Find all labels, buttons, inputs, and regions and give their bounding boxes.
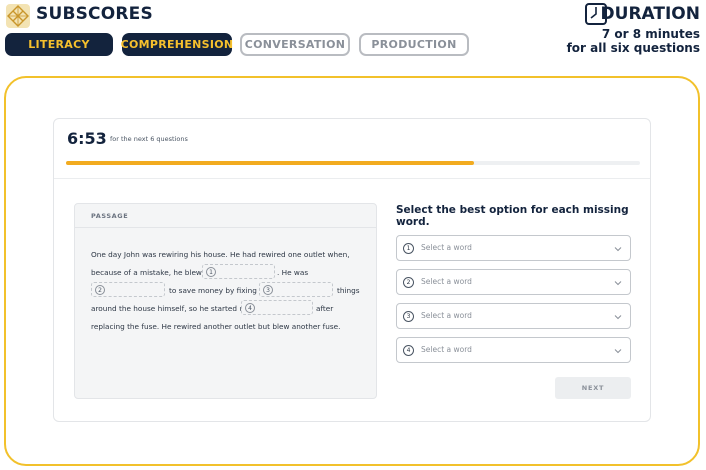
select-placeholder: Select a word bbox=[421, 277, 472, 286]
duration-line-2: for all six questions bbox=[566, 41, 700, 55]
passage-line-2b: . He was bbox=[277, 268, 309, 277]
chevron-down-icon bbox=[614, 315, 622, 320]
passage-line-3a: to save money by fixing a bbox=[169, 286, 264, 295]
select-number: 2 bbox=[403, 277, 414, 288]
subscores-title: SUBSCORES bbox=[36, 4, 153, 24]
divider bbox=[54, 178, 650, 179]
word-select-1[interactable]: 1 Select a word bbox=[396, 235, 631, 261]
diamond-grid-logo bbox=[6, 4, 30, 28]
passage-panel: PASSAGE One day John was rewiring his ho… bbox=[74, 203, 377, 399]
progress-bar bbox=[66, 161, 640, 165]
chip-comprehension[interactable]: COMPREHENSION bbox=[121, 33, 233, 56]
timer: 6:53 bbox=[67, 129, 107, 148]
word-select-4[interactable]: 4 Select a word bbox=[396, 337, 631, 363]
chip-conversation[interactable]: CONVERSATION bbox=[240, 33, 350, 56]
duration-text: 7 or 8 minutes for all six questions bbox=[567, 27, 700, 55]
word-select-3[interactable]: 3 Select a word bbox=[396, 303, 631, 329]
passage-line-2a: because of a mistake, he blew a bbox=[91, 268, 209, 277]
word-select-2[interactable]: 2 Select a word bbox=[396, 269, 631, 295]
blank-2: 2 bbox=[91, 282, 165, 297]
select-placeholder: Select a word bbox=[421, 243, 472, 252]
passage-line-1: One day John was rewiring his house. He … bbox=[91, 250, 350, 259]
select-number: 3 bbox=[403, 311, 414, 322]
chip-production[interactable]: PRODUCTION bbox=[359, 33, 469, 56]
blank-number: 4 bbox=[245, 303, 255, 313]
instruction: Select the best option for each missing … bbox=[396, 204, 629, 228]
passage-line-4a: around the house himself, so he started … bbox=[91, 304, 249, 313]
blank-number: 3 bbox=[263, 285, 273, 295]
timer-note: for the next 6 questions bbox=[110, 135, 188, 143]
chevron-down-icon bbox=[614, 247, 622, 252]
next-button[interactable]: NEXT bbox=[555, 377, 631, 399]
blank-number: 2 bbox=[95, 285, 105, 295]
blank-1: 1 bbox=[202, 264, 275, 279]
blank-4: 4 bbox=[241, 300, 313, 315]
progress-fill bbox=[66, 161, 474, 165]
select-number: 4 bbox=[403, 345, 414, 356]
select-placeholder: Select a word bbox=[421, 311, 472, 320]
select-placeholder: Select a word bbox=[421, 345, 472, 354]
passage-line-4b: after bbox=[316, 304, 334, 313]
passage-line-5: replacing the fuse. He rewired another o… bbox=[91, 322, 341, 331]
duration-line-1: 7 or 8 minutes bbox=[601, 27, 700, 41]
select-number: 1 bbox=[403, 243, 414, 254]
question-card: 6:53 for the next 6 questions PASSAGE On… bbox=[53, 118, 651, 422]
blank-3: 3 bbox=[259, 282, 333, 297]
chip-literacy[interactable]: LITERACY bbox=[5, 33, 113, 56]
passage-header: PASSAGE bbox=[75, 204, 376, 228]
chevron-down-icon bbox=[614, 281, 622, 286]
chevron-down-icon bbox=[614, 349, 622, 354]
passage-line-3b: things bbox=[337, 286, 360, 295]
passage-label: PASSAGE bbox=[91, 212, 129, 220]
duration-title: DURATION bbox=[600, 4, 700, 24]
blank-number: 1 bbox=[206, 267, 216, 277]
